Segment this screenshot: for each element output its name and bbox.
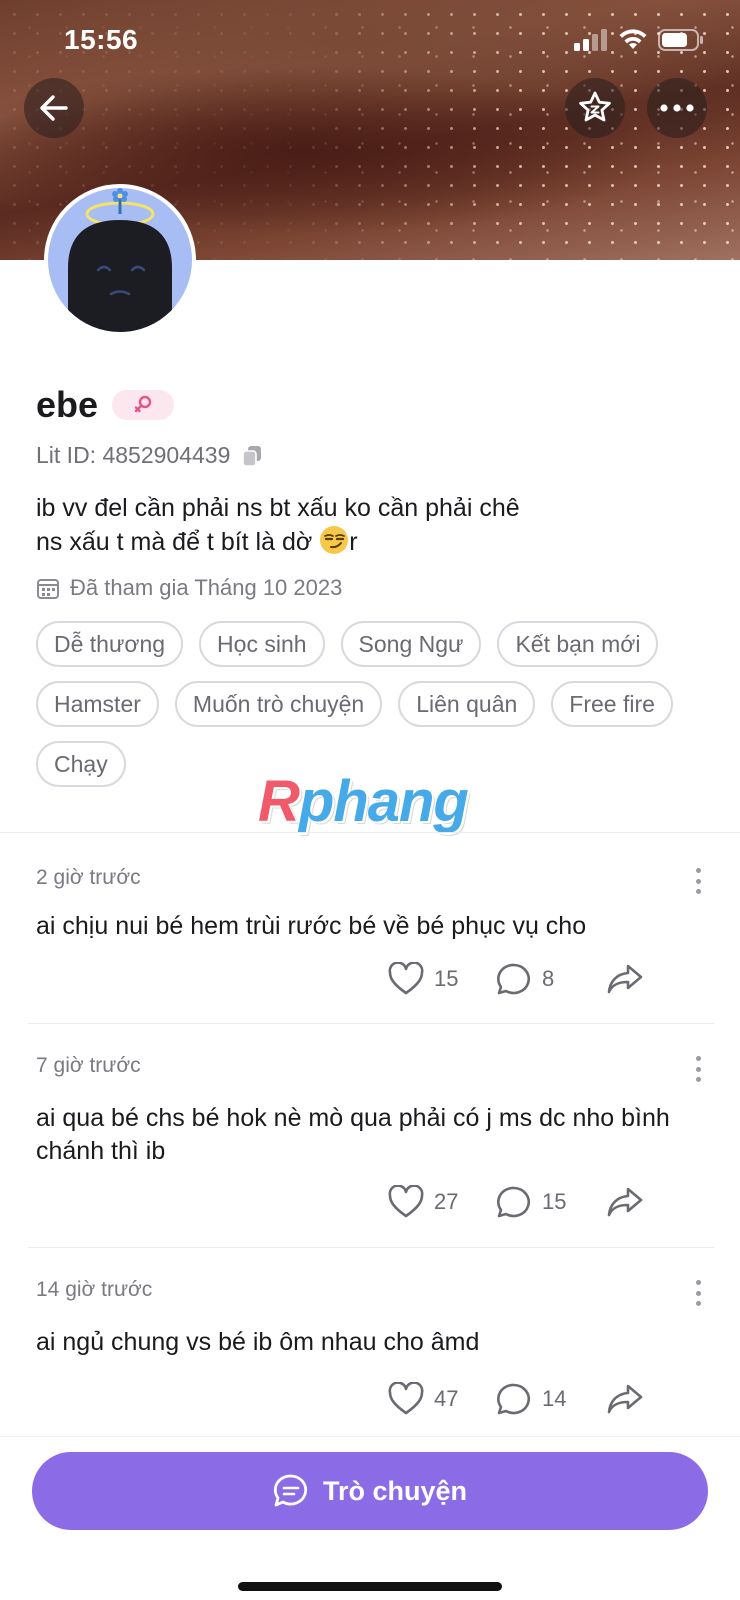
favorite-button[interactable] [565,78,625,138]
post-time: 7 giờ trước [36,1054,141,1077]
lit-id-row: Lit ID: 4852904439 [36,442,262,469]
post-time: 2 giờ trước [36,866,141,889]
comment-count: 14 [542,1386,567,1411]
bio-line-2: ns xấu t mà để t bít là dờ r [36,525,636,559]
joined-date: Đã tham gia Tháng 10 2023 [70,575,343,600]
post-actions: 15 8 [388,962,644,996]
signal-icon [574,29,607,51]
interest-tags: Dễ thương Học sinh Song Ngư Kết bạn mới … [36,621,726,787]
share-button[interactable] [606,963,644,995]
heart-icon [388,1185,424,1218]
comment-count: 15 [542,1189,567,1214]
post: 2 giờ trước ai chịu nui bé hem trùi rước… [28,832,714,1024]
post-text: ai ngủ chung vs bé ib ôm nhau cho âmd [36,1328,480,1356]
share-icon [607,1384,643,1414]
post: 14 giờ trước ai ngủ chung vs bé ib ôm nh… [28,1248,714,1436]
share-icon [607,1187,643,1217]
share-button[interactable] [606,1186,644,1218]
more-button[interactable] [647,78,707,138]
status-bar: 15:56 [0,0,740,80]
wifi-icon [619,29,647,49]
tag[interactable]: Kết bạn mới [497,621,659,667]
bio-line-2-end: r [349,528,358,556]
lit-id: Lit ID: 4852904439 [36,442,231,468]
post-actions: 27 15 [388,1185,644,1219]
avatar-character-icon [68,188,172,332]
comment-button[interactable]: 8 [496,962,606,996]
more-horizontal-icon [660,104,694,112]
like-count: 15 [434,966,459,991]
star-icon [579,91,611,122]
post-menu-button[interactable] [694,1056,702,1082]
status-icons [574,28,704,52]
tag[interactable]: Muốn trò chuyện [174,681,383,727]
arrow-left-icon [40,95,68,121]
like-button[interactable]: 27 [388,1185,496,1219]
comment-button[interactable]: 15 [496,1185,606,1219]
comment-button[interactable]: 14 [496,1382,606,1416]
post-actions: 47 14 [388,1382,644,1416]
like-count: 47 [434,1386,459,1411]
tag[interactable]: Chạy [36,741,126,787]
tag[interactable]: Song Ngư [340,621,482,667]
tag[interactable]: Hamster [36,681,159,727]
gender-badge [112,390,175,420]
chat-bubble-icon [273,1474,308,1507]
tag[interactable]: Free fire [551,681,673,727]
home-indicator [238,1582,502,1591]
post-time: 14 giờ trước [36,1278,153,1301]
watermark-rest: phang [298,769,469,834]
profile-name-row: ebe [36,384,175,426]
bio: ib vv đel cần phải ns bt xấu ko cần phải… [36,492,636,559]
avatar[interactable] [44,184,196,336]
joined-row: Đã tham gia Tháng 10 2023 [36,575,342,601]
post-menu-button[interactable] [694,1280,702,1306]
bio-line-2-text: ns xấu t mà để t bít là dờ [36,528,320,556]
copy-icon[interactable] [242,445,262,467]
tag[interactable]: Học sinh [199,621,325,667]
back-button[interactable] [24,78,84,138]
watermark-first-letter: R [258,769,300,834]
battery-icon [658,29,703,51]
share-icon [607,964,643,994]
like-count: 27 [434,1189,459,1214]
status-time: 15:56 [64,24,139,55]
comment-icon [497,1186,530,1218]
heart-icon [388,962,424,995]
like-button[interactable]: 15 [388,962,496,996]
post: 7 giờ trước ai qua bé chs bé hok nè mò q… [28,1024,714,1248]
watermark: Rphang [258,768,469,835]
post-text: ai qua bé chs bé hok nè mò qua phải có j… [36,1104,670,1165]
share-button[interactable] [606,1383,644,1415]
comment-icon [497,963,530,995]
comment-count: 8 [542,966,555,991]
post-menu-button[interactable] [694,868,702,894]
heart-icon [388,1382,424,1415]
female-icon [134,395,152,413]
bio-line-1: ib vv đel cần phải ns bt xấu ko cần phải… [36,494,520,522]
calendar-icon [37,579,59,599]
smirk-emoji-icon [320,526,349,554]
profile-name: ebe [36,384,99,425]
chat-button-label: Trò chuyện [322,1475,468,1506]
bottom-bar: Trò chuyện [0,1436,740,1600]
like-button[interactable]: 47 [388,1382,496,1416]
post-text: ai chịu nui bé hem trùi rước bé về bé ph… [36,912,587,940]
tag[interactable]: Dễ thương [36,621,184,667]
tag[interactable]: Liên quân [398,681,536,727]
chat-button[interactable]: Trò chuyện [32,1452,708,1530]
comment-icon [497,1383,530,1415]
